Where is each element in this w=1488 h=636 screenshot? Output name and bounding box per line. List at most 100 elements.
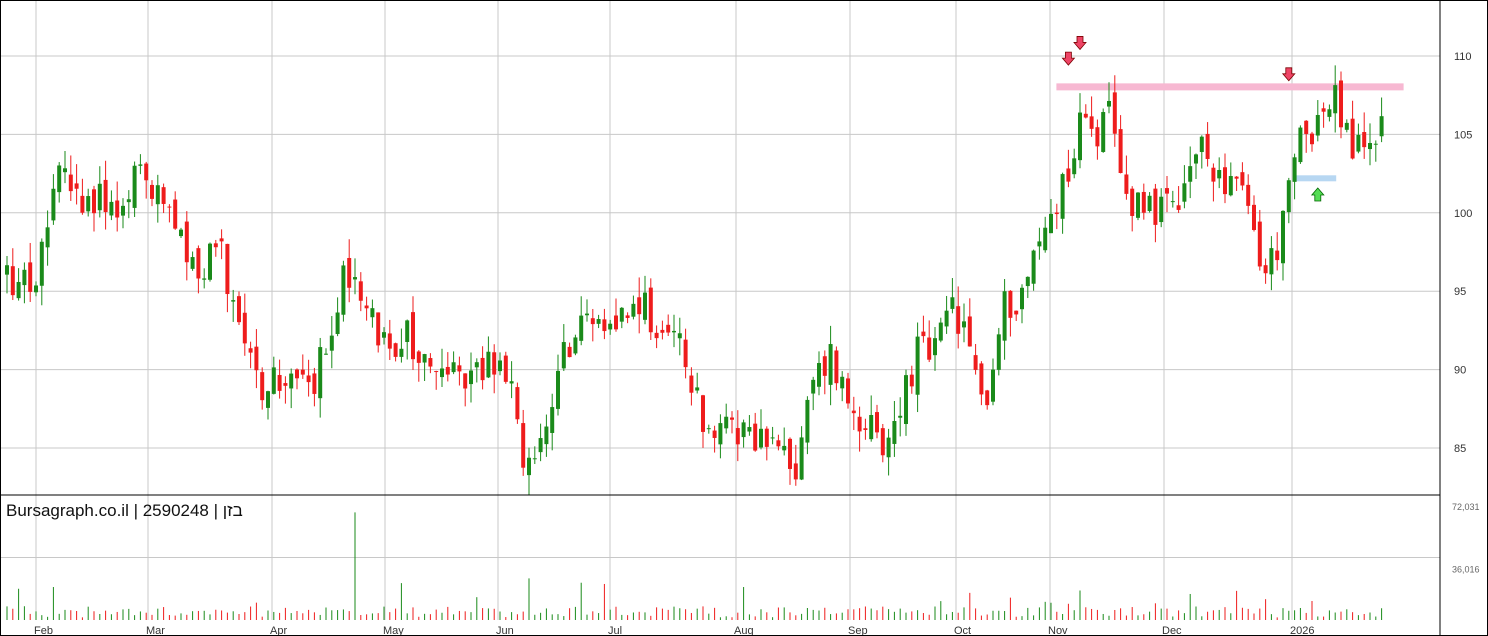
candle (196, 245, 201, 294)
candle-body (759, 428, 763, 448)
candle (445, 352, 450, 382)
candle (805, 396, 810, 455)
candle-body (492, 352, 497, 375)
candle-body (869, 415, 874, 440)
candle-body (927, 337, 932, 360)
candle (376, 312, 381, 353)
candle-body (1089, 116, 1094, 129)
candle-body (1037, 241, 1042, 247)
candle (1240, 162, 1245, 191)
candle-body (1188, 166, 1193, 182)
candle-body (138, 164, 143, 166)
candle (173, 191, 178, 230)
candle (260, 367, 265, 410)
candle-body (1368, 142, 1372, 150)
candle (614, 298, 618, 332)
candle-body (364, 305, 369, 309)
candle (596, 314, 601, 329)
candle-body (1141, 191, 1146, 213)
candle-body (538, 438, 543, 453)
candle-body (602, 319, 607, 332)
candle (1350, 100, 1355, 160)
candle (97, 166, 102, 218)
candle (764, 426, 769, 461)
candle (306, 359, 311, 397)
candlestick-chart-canvas: 85 90 95 100 105 110 36,016 72,031 Feb M… (0, 0, 1488, 636)
candle-body (637, 297, 642, 315)
candle-body (1025, 276, 1030, 287)
candle-body (1020, 287, 1024, 310)
candle-body (956, 306, 961, 334)
candle (1321, 102, 1326, 128)
candle-body (625, 315, 630, 318)
candle (701, 394, 705, 448)
candle-body (225, 243, 230, 295)
candle-body (950, 297, 955, 309)
candle (387, 319, 392, 360)
candle (219, 229, 224, 260)
candle (405, 319, 410, 360)
candle-body (422, 354, 427, 363)
candle-body (857, 416, 862, 432)
candle-body (985, 390, 990, 406)
candle-body (585, 313, 589, 316)
candle-body (788, 438, 792, 469)
candle-body (898, 415, 903, 418)
candle-body (1379, 116, 1384, 137)
candle-body (498, 360, 502, 372)
candle-body (324, 353, 328, 355)
candle-body (764, 428, 769, 447)
candle-body (1350, 118, 1355, 159)
candle (1205, 122, 1210, 167)
candle (886, 428, 891, 476)
candle-body (1083, 113, 1088, 118)
candle (793, 444, 798, 486)
candle (329, 316, 334, 369)
candle (103, 160, 108, 230)
candle-body (1263, 265, 1268, 274)
candle-body (184, 221, 189, 263)
candle (469, 352, 473, 403)
candle-body (1333, 85, 1338, 114)
candle-body (190, 257, 195, 269)
candle-body (1199, 136, 1204, 153)
candle (863, 418, 868, 440)
outer-border (0, 0, 1488, 636)
candle-body (1165, 188, 1169, 194)
candle (335, 297, 340, 337)
candle (921, 315, 926, 343)
candle (92, 185, 96, 232)
candle (938, 317, 943, 343)
candle-body (1130, 188, 1135, 216)
candle (5, 255, 9, 294)
candle (364, 296, 369, 321)
candle (770, 426, 775, 445)
candle-body (503, 355, 508, 382)
grid-lines (0, 0, 1440, 620)
candle (1130, 186, 1135, 232)
candle (1257, 209, 1262, 271)
candle (1246, 174, 1251, 215)
candle (730, 411, 734, 434)
candle (225, 243, 230, 313)
candle-body (126, 199, 131, 203)
candle (318, 337, 323, 418)
price-tick-label: 100 (1454, 208, 1472, 220)
candle-body (457, 365, 462, 372)
candle-body (1275, 250, 1280, 261)
candle-body (39, 241, 44, 286)
candle-body (718, 423, 723, 445)
candle (1281, 210, 1285, 281)
candle-body (1008, 290, 1013, 318)
candle-body (57, 165, 62, 193)
candle (1223, 153, 1227, 204)
candle-body (411, 312, 415, 360)
candle-body (1217, 169, 1222, 179)
candle (996, 327, 1001, 376)
candle-body (370, 308, 375, 318)
candle (370, 299, 375, 328)
candle (411, 296, 415, 370)
candle (689, 367, 694, 406)
candle (324, 348, 328, 355)
date-axis: Feb Mar Apr May Jun Jul Aug Sep Oct Nov … (34, 625, 1314, 636)
